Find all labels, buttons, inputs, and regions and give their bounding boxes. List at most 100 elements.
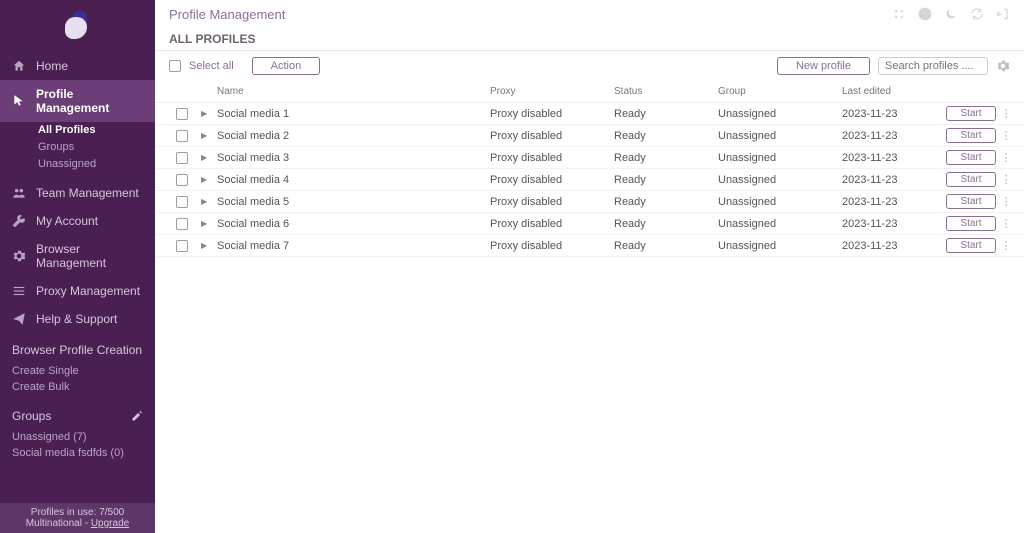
cell-proxy: Proxy disabled: [490, 130, 610, 142]
start-button[interactable]: Start: [946, 106, 996, 121]
row-checkbox[interactable]: [176, 130, 188, 142]
home-icon: [12, 59, 26, 73]
chevron-right-icon[interactable]: ▶: [201, 175, 213, 184]
cell-status: Ready: [614, 174, 714, 186]
chevron-right-icon[interactable]: ▶: [201, 153, 213, 162]
row-checkbox[interactable]: [176, 196, 188, 208]
sidebar-link-create-single[interactable]: Create Single: [12, 363, 143, 379]
sidebar-group-unassigned[interactable]: Unassigned (7): [12, 429, 143, 445]
cell-last-edited: 2023-11-23: [842, 174, 942, 186]
plan-name: Multinational -: [26, 518, 91, 529]
sidebar-item-team-management[interactable]: Team Management: [0, 179, 155, 207]
cell-proxy: Proxy disabled: [490, 240, 610, 252]
topbar-icons: [892, 7, 1010, 21]
row-checkbox[interactable]: [176, 152, 188, 164]
cell-status: Ready: [614, 218, 714, 230]
more-icon[interactable]: ⋮: [1000, 151, 1012, 164]
more-icon[interactable]: ⋮: [1000, 239, 1012, 252]
sidebar-item-label: Proxy Management: [36, 284, 140, 298]
paper-plane-icon: [12, 312, 26, 326]
moon-icon[interactable]: [944, 7, 958, 21]
cell-group: Unassigned: [718, 196, 838, 208]
cell-name: Social media 3: [217, 152, 486, 164]
edit-icon[interactable]: [131, 410, 143, 422]
cell-name: Social media 1: [217, 108, 486, 120]
row-checkbox[interactable]: [176, 218, 188, 230]
cell-last-edited: 2023-11-23: [842, 108, 942, 120]
select-all-label[interactable]: Select all: [189, 60, 234, 72]
cell-proxy: Proxy disabled: [490, 108, 610, 120]
cell-status: Ready: [614, 196, 714, 208]
cell-group: Unassigned: [718, 152, 838, 164]
sidebar-item-home[interactable]: Home: [0, 52, 155, 80]
chevron-right-icon[interactable]: ▶: [201, 131, 213, 140]
sidebar-item-label: Team Management: [36, 186, 139, 200]
more-icon[interactable]: ⋮: [1000, 107, 1012, 120]
page-title: Profile Management: [169, 7, 285, 22]
start-button[interactable]: Start: [946, 216, 996, 231]
sidebar-item-my-account[interactable]: My Account: [0, 207, 155, 235]
cell-status: Ready: [614, 108, 714, 120]
more-icon[interactable]: ⋮: [1000, 195, 1012, 208]
table-header: Name Proxy Status Group Last edited: [155, 81, 1024, 103]
recycle-icon[interactable]: [892, 7, 906, 21]
sidebar-sub-groups[interactable]: Groups: [0, 139, 155, 156]
sidebar-group-socialmedia[interactable]: Social media fsdfds (0): [12, 445, 143, 461]
cell-name: Social media 5: [217, 196, 486, 208]
logout-icon[interactable]: [996, 7, 1010, 21]
sidebar-item-browser-management[interactable]: Browser Management: [0, 235, 155, 277]
refresh-icon[interactable]: [970, 7, 984, 21]
cell-status: Ready: [614, 130, 714, 142]
cell-proxy: Proxy disabled: [490, 196, 610, 208]
sidebar-item-proxy-management[interactable]: Proxy Management: [0, 277, 155, 305]
start-button[interactable]: Start: [946, 128, 996, 143]
more-icon[interactable]: ⋮: [1000, 217, 1012, 230]
cell-last-edited: 2023-11-23: [842, 152, 942, 164]
sidebar-item-profile-management[interactable]: Profile Management: [0, 80, 155, 122]
cursor-icon: [12, 94, 26, 108]
sidebar-item-help-support[interactable]: Help & Support: [0, 305, 155, 333]
cell-group: Unassigned: [718, 130, 838, 142]
sidebar-link-create-bulk[interactable]: Create Bulk: [12, 379, 143, 395]
chevron-right-icon[interactable]: ▶: [201, 197, 213, 206]
sidebar-item-label: My Account: [36, 214, 98, 228]
profiles-in-use: Profiles in use: 7/500: [8, 507, 147, 518]
row-checkbox[interactable]: [176, 240, 188, 252]
cell-status: Ready: [614, 152, 714, 164]
search-input[interactable]: [878, 57, 988, 75]
start-button[interactable]: Start: [946, 238, 996, 253]
action-button[interactable]: Action: [252, 57, 321, 75]
row-checkbox[interactable]: [176, 108, 188, 120]
row-checkbox[interactable]: [176, 174, 188, 186]
chevron-right-icon[interactable]: ▶: [201, 109, 213, 118]
sidebar: Home Profile Management All Profiles Gro…: [0, 0, 155, 533]
new-profile-button[interactable]: New profile: [777, 57, 870, 75]
table-row: ▶Social media 7Proxy disabledReadyUnassi…: [155, 235, 1024, 257]
select-all-checkbox[interactable]: [169, 60, 181, 72]
cell-group: Unassigned: [718, 108, 838, 120]
col-status: Status: [614, 86, 714, 97]
telegram-icon[interactable]: [918, 7, 932, 21]
cell-status: Ready: [614, 240, 714, 252]
start-button[interactable]: Start: [946, 150, 996, 165]
table-body: ▶ Social media 1 Proxy disabled Ready Unassi…: [155, 103, 1024, 257]
start-button[interactable]: Start: [946, 172, 996, 187]
sidebar-sub-unassigned[interactable]: Unassigned: [0, 156, 155, 173]
sidebar-creation-section: Browser Profile Creation Create Single C…: [0, 333, 155, 399]
col-group: Group: [718, 86, 838, 97]
cell-group: Unassigned: [718, 174, 838, 186]
chevron-right-icon[interactable]: ▶: [201, 219, 213, 228]
sidebar-sub-all-profiles[interactable]: All Profiles: [0, 122, 155, 139]
start-button[interactable]: Start: [946, 194, 996, 209]
upgrade-link[interactable]: Upgrade: [91, 518, 129, 529]
sidebar-item-label: Help & Support: [36, 312, 117, 326]
all-profiles-header: ALL PROFILES: [155, 28, 1024, 51]
cell-last-edited: 2023-11-23: [842, 240, 942, 252]
settings-icon[interactable]: [996, 59, 1010, 73]
more-icon[interactable]: ⋮: [1000, 173, 1012, 186]
sidebar-groups-title: Groups: [12, 409, 143, 423]
more-icon[interactable]: ⋮: [1000, 129, 1012, 142]
chevron-right-icon[interactable]: ▶: [201, 241, 213, 250]
table-row: ▶Social media 2Proxy disabledReadyUnassi…: [155, 125, 1024, 147]
sidebar-nav: Home Profile Management All Profiles Gro…: [0, 52, 155, 503]
